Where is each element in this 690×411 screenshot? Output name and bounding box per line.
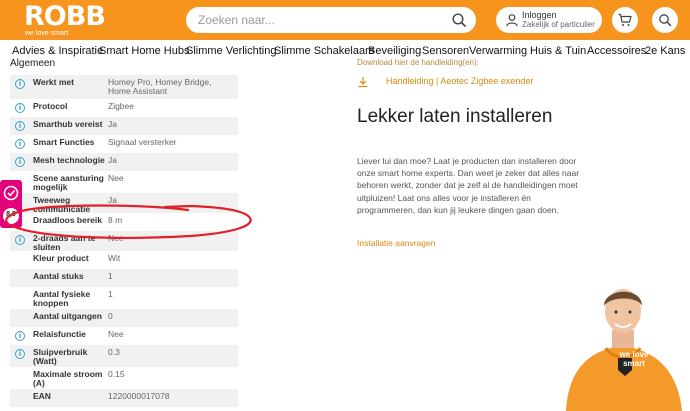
spec-label: Smart Functies (33, 137, 95, 147)
spec-value: Signaal versterker (108, 137, 177, 147)
install-body: Liever lui dan moe? Laat je producten da… (357, 156, 580, 215)
nav-item-beveiliging[interactable]: Beveiliging (368, 45, 421, 57)
main-nav: Advies & Inspiratie Smart Home Hubs Slim… (0, 40, 690, 62)
install-request-link[interactable]: Installatie aanvragen (357, 238, 435, 248)
nav-item-advies[interactable]: Advies & Inspiratie (12, 45, 103, 57)
spec-label: Tweeweg communicatie (33, 195, 91, 214)
info-icon[interactable]: i (15, 157, 25, 167)
download-heading: Download hier de handleiding(en): (357, 58, 479, 67)
info-icon[interactable]: i (15, 103, 25, 113)
install-title: Lekker laten installeren (357, 106, 553, 127)
info-icon[interactable]: i (15, 79, 25, 89)
spec-value: Ja (108, 119, 117, 129)
cart-button[interactable] (612, 7, 638, 33)
nav-item-sensoren[interactable]: Sensoren (422, 45, 469, 57)
spec-row: i Smarthub vereist Ja (10, 117, 238, 135)
info-icon[interactable]: i (15, 331, 25, 341)
spec-label: Werkt met (33, 77, 74, 87)
spec-value: Ja (108, 155, 117, 165)
spec-row: Kleur product Wit (10, 251, 238, 269)
spec-row: i Mesh technologie Ja (10, 153, 238, 171)
spec-label: Draadloos bereik (33, 215, 102, 225)
info-icon[interactable]: i (15, 235, 25, 245)
login-subtitle: Zakelijk of particulier (522, 20, 595, 29)
spec-value: Nee (108, 173, 124, 183)
logo-tagline: we love smart (25, 30, 69, 37)
review-widget[interactable] (0, 180, 22, 228)
spec-value: 0.15 (108, 369, 125, 379)
section-title: Algemeen (10, 58, 56, 69)
spec-row-highlighted: Draadloos bereik 8 m (10, 213, 238, 231)
spec-value: 1 (108, 271, 113, 281)
spec-value: Ja (108, 195, 117, 205)
search-bar (186, 7, 476, 33)
spec-value: Homey Pro, Homey Bridge, Home Assistant (108, 77, 212, 96)
spec-label: Protocol (33, 101, 68, 111)
logo-text: ROBB (24, 1, 106, 32)
nav-item-accessoires[interactable]: Accessoires (587, 45, 646, 57)
nav-item-2e-kans[interactable]: 2e Kans (645, 45, 685, 57)
spec-value: 0 (108, 311, 113, 321)
spec-label: Maximale stroom (A) (33, 369, 103, 388)
spec-row: i Relaisfunctie Nee (10, 327, 238, 345)
spec-value: Wit (108, 253, 121, 263)
spec-row: Aantal uitgangen 0 (10, 309, 238, 327)
search-icon[interactable] (451, 12, 467, 28)
spec-value: 1 (108, 289, 113, 299)
spec-label: 2-draads aan te sluiten (33, 233, 96, 252)
user-icon (506, 14, 518, 27)
spec-row: Aantal fysieke knoppen 1 (10, 287, 238, 309)
site-header: ROBB we love smart Inloggen Zakelijk of … (0, 0, 690, 40)
spec-label: Relaisfunctie (33, 329, 86, 339)
nav-item-schakelaars[interactable]: Slimme Schakelaars (274, 45, 374, 57)
spec-row: i 2-draads aan te sluiten Nee (10, 231, 238, 252)
header-search-button[interactable] (652, 7, 678, 33)
review-score: 8,9 (6, 211, 16, 218)
cart-icon (618, 13, 632, 26)
nav-item-hubs[interactable]: Smart Home Hubs (99, 45, 189, 57)
info-icon[interactable]: i (15, 349, 25, 359)
spec-row: EAN 1220000017078 (10, 389, 238, 407)
spec-row: Maximale stroom (A) 0.15 (10, 367, 238, 389)
spec-row: i Sluipverbruik (Watt) 0.3 (10, 345, 238, 367)
search-input[interactable] (198, 11, 448, 29)
spec-value: Nee (108, 233, 124, 243)
info-icon[interactable]: i (15, 121, 25, 131)
spec-value: 1220000017078 (108, 391, 170, 401)
spec-label: Aantal stuks (33, 271, 84, 281)
spec-row: i Smart Functies Signaal versterker (10, 135, 238, 153)
spec-value: 8 m (108, 215, 123, 225)
spec-label: Smarthub vereist (33, 119, 103, 129)
spec-label: Scene aansturing mogelijk (33, 173, 104, 192)
mascot-shirt-text: we love smart (619, 350, 649, 368)
robb-logo[interactable]: ROBB we love smart (12, 2, 106, 38)
nav-item-huis-tuin[interactable]: Huis & Tuin (530, 45, 586, 57)
login-button[interactable]: Inloggen Zakelijk of particulier (496, 7, 602, 33)
spec-label: Aantal uitgangen (33, 311, 102, 321)
spec-row: i Protocol Zigbee (10, 99, 238, 117)
spec-value: 0.3 (108, 347, 120, 357)
nav-item-verwarming[interactable]: Verwarming (469, 45, 527, 57)
spec-row: Tweeweg communicatie Ja (10, 193, 238, 214)
spec-value: Zigbee (108, 101, 134, 111)
manual-download-link[interactable]: Handleiding | Aeotec Zigbee exender (386, 76, 533, 86)
spec-value: Nee (108, 329, 124, 339)
search-icon (659, 14, 672, 27)
spec-row: Aantal stuks 1 (10, 269, 238, 287)
spec-label: Mesh technologie (33, 155, 105, 165)
mascot-person (566, 289, 682, 411)
spec-label: Kleur product (33, 253, 89, 263)
spec-label: Sluipverbruik (Watt) (33, 347, 88, 366)
spec-row: i Werkt met Homey Pro, Homey Bridge, Hom… (10, 75, 238, 99)
download-icon (358, 77, 368, 88)
nav-item-verlichting[interactable]: Slimme Verlichting (186, 45, 276, 57)
spec-label: Aantal fysieke knoppen (33, 289, 91, 308)
spec-label: EAN (33, 391, 51, 401)
spec-row: Scene aansturing mogelijk Nee (10, 171, 238, 193)
info-icon[interactable]: i (15, 139, 25, 149)
spec-table: i Werkt met Homey Pro, Homey Bridge, Hom… (10, 75, 238, 407)
login-title: Inloggen (522, 10, 557, 20)
